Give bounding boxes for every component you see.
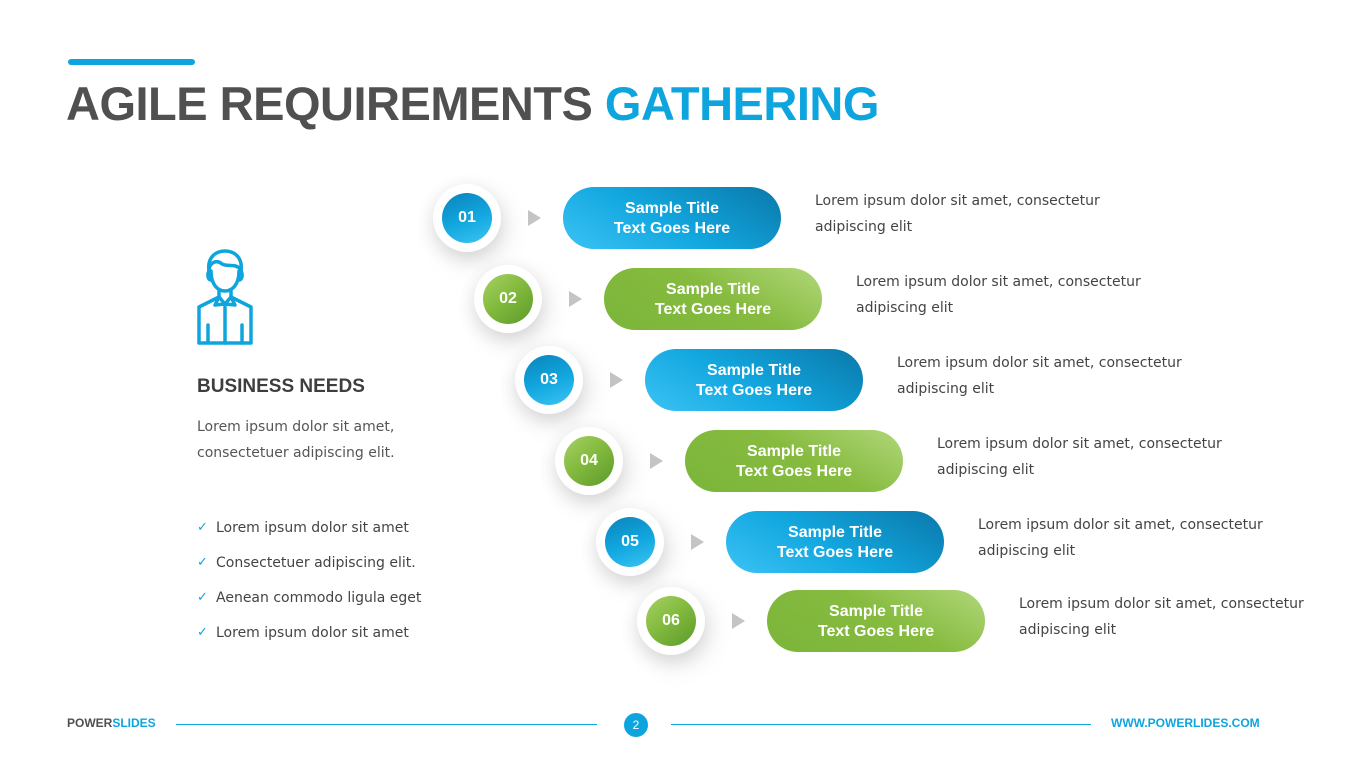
checklist-item-text: Lorem ipsum dolor sit amet (216, 624, 409, 641)
checkmark-icon: ✓ (197, 555, 208, 570)
step-title-pill: Sample Title Text Goes Here (604, 268, 822, 330)
checklist-item-text: Lorem ipsum dolor sit amet (216, 519, 409, 536)
step-title-pill: Sample Title Text Goes Here (645, 349, 863, 411)
step-description: Lorem ipsum dolor sit amet, consectetur … (856, 274, 1141, 316)
step-title-pill: Sample Title Text Goes Here (685, 430, 903, 492)
step-number: 04 (564, 436, 614, 486)
business-needs-description: Lorem ipsum dolor sit amet, consectetuer… (197, 419, 395, 461)
arrow-right-icon (610, 372, 623, 388)
title-accent-bar (68, 59, 195, 65)
checklist-item: ✓ Lorem ipsum dolor sit amet (197, 510, 421, 545)
step-number-ring: 05 (596, 508, 664, 576)
checklist-item: ✓ Aenean commodo ligula eget (197, 580, 421, 615)
step-title-pill: Sample Title Text Goes Here (563, 187, 781, 249)
step-number-ring: 03 (515, 346, 583, 414)
step-number: 01 (442, 193, 492, 243)
checklist-item: ✓ Lorem ipsum dolor sit amet (197, 615, 421, 650)
checkmark-icon: ✓ (197, 590, 208, 605)
step-description: Lorem ipsum dolor sit amet, consectetur … (978, 517, 1263, 559)
step-number: 05 (605, 517, 655, 567)
step-number: 06 (646, 596, 696, 646)
step-description: Lorem ipsum dolor sit amet, consectetur … (897, 355, 1182, 397)
page-number-badge: 2 (624, 713, 648, 737)
footer-divider-left (176, 724, 597, 725)
step-title: Sample Title Text Goes Here (735, 443, 853, 480)
arrow-right-icon (691, 534, 704, 550)
step-description: Lorem ipsum dolor sit amet, consectetur … (937, 436, 1222, 478)
step-number-ring: 01 (433, 184, 501, 252)
arrow-right-icon (528, 210, 541, 226)
step-title: Sample Title Text Goes Here (695, 362, 813, 399)
page-title: AGILE REQUIREMENTS GATHERING (66, 76, 879, 131)
arrow-right-icon (569, 291, 582, 307)
checklist-item-text: Aenean commodo ligula eget (216, 589, 422, 606)
step-number-ring: 06 (637, 587, 705, 655)
person-icon (197, 249, 253, 345)
step-description: Lorem ipsum dolor sit amet, consectetur … (815, 193, 1100, 235)
checklist-item-text: Consectetuer adipiscing elit. (216, 554, 416, 571)
footer-divider-right (671, 724, 1091, 725)
step-title: Sample Title Text Goes Here (654, 281, 772, 318)
step-title-pill: Sample Title Text Goes Here (726, 511, 944, 573)
brand-part-1: POWER (67, 716, 113, 730)
title-main: AGILE REQUIREMENTS (66, 77, 593, 130)
step-number-ring: 04 (555, 427, 623, 495)
arrow-right-icon (732, 613, 745, 629)
title-highlight: GATHERING (604, 77, 880, 130)
step-title-pill: Sample Title Text Goes Here (767, 590, 985, 652)
business-needs-checklist: ✓ Lorem ipsum dolor sit amet ✓ Consectetue… (197, 510, 421, 650)
checkmark-icon: ✓ (197, 520, 208, 535)
step-number: 02 (483, 274, 533, 324)
arrow-right-icon (650, 453, 663, 469)
step-number-ring: 02 (474, 265, 542, 333)
business-needs-title: BUSINESS NEEDS (197, 376, 365, 397)
step-title: Sample Title Text Goes Here (776, 524, 894, 561)
checklist-item: ✓ Consectetuer adipiscing elit. (197, 545, 421, 580)
step-description: Lorem ipsum dolor sit amet, consectetur … (1019, 596, 1304, 638)
step-title: Sample Title Text Goes Here (613, 200, 731, 237)
checkmark-icon: ✓ (197, 625, 208, 640)
brand-part-2: SLIDES (112, 716, 156, 730)
step-title: Sample Title Text Goes Here (817, 603, 935, 640)
footer-brand-logo: POWERSLIDES (67, 716, 156, 730)
footer-url-link[interactable]: WWW.POWERLIDES.COM (1111, 716, 1260, 730)
step-number: 03 (524, 355, 574, 405)
